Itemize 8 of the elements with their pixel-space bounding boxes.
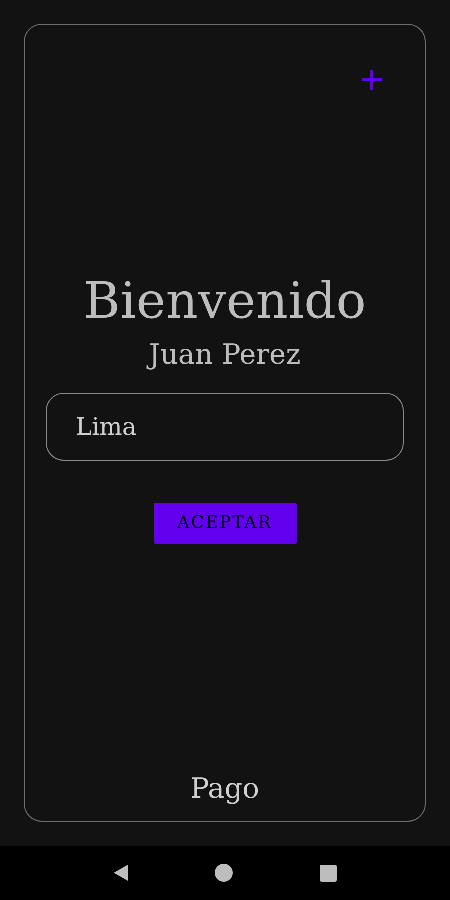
user-name: Juan Perez [149,337,301,373]
recents-icon[interactable] [320,864,337,882]
city-input-field[interactable]: Lima [46,393,404,461]
welcome-title: Bienvenido [84,271,366,331]
footer-label: Pago [190,771,260,807]
plus-icon[interactable] [361,69,383,91]
back-icon[interactable] [113,864,130,882]
home-icon[interactable] [215,864,234,882]
